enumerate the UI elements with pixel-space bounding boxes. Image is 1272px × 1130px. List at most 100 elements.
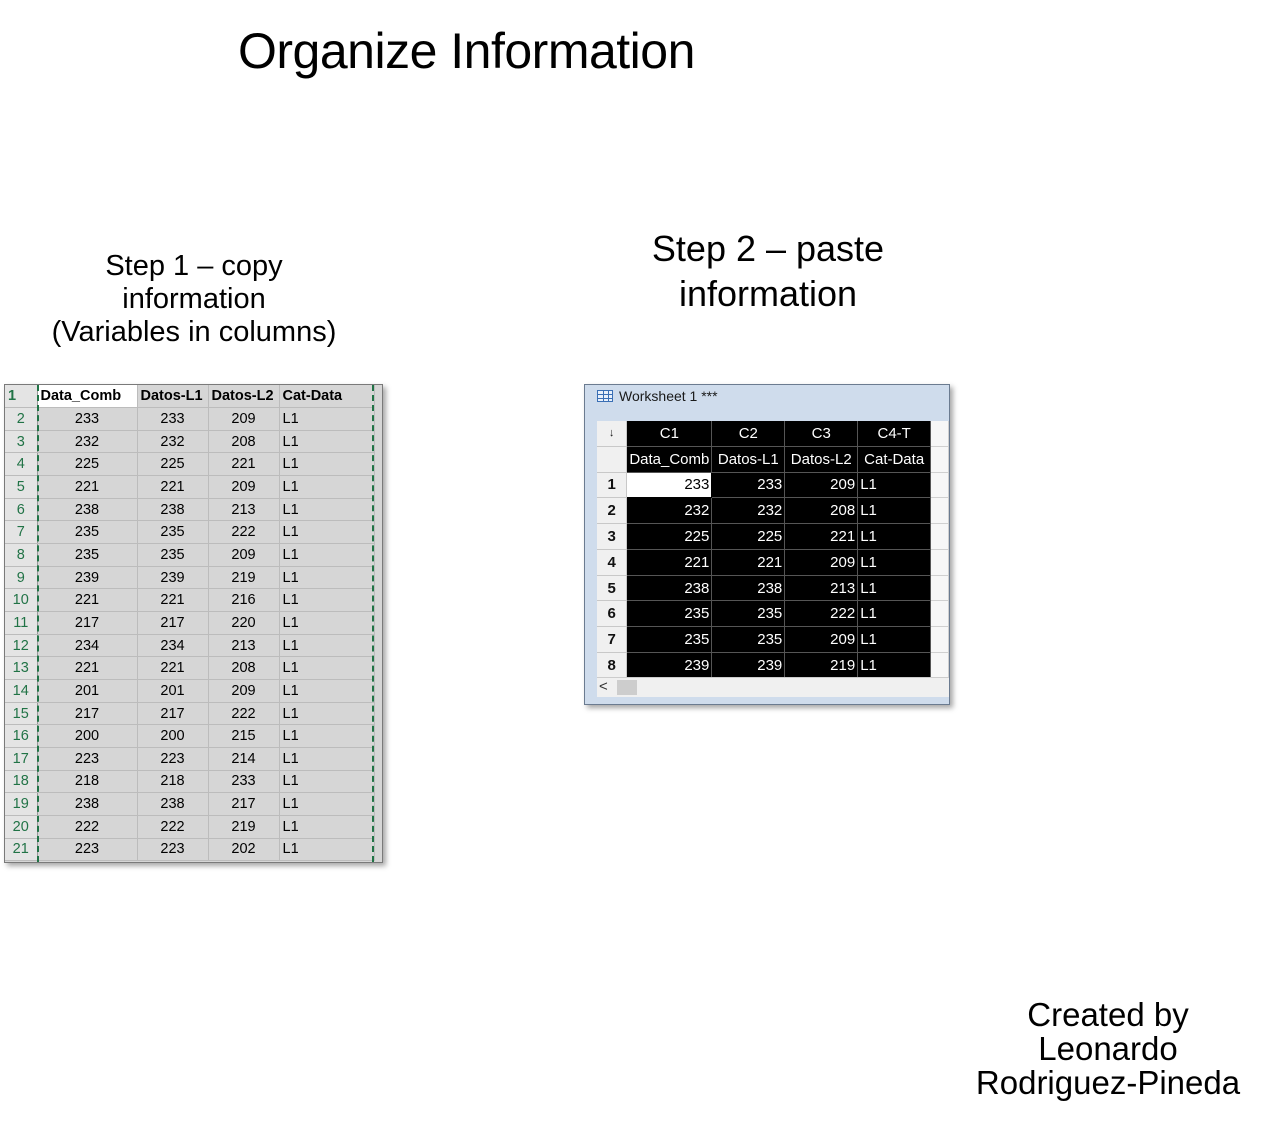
worksheet-cell[interactable]: 219: [784, 652, 859, 677]
excel-cell[interactable]: 221: [208, 452, 280, 477]
excel-cell[interactable]: 233: [37, 407, 138, 431]
excel-cell[interactable]: L1: [279, 520, 375, 545]
worksheet-cell[interactable]: 209: [784, 472, 859, 499]
excel-cell[interactable]: 217: [137, 702, 209, 726]
row-number[interactable]: 9: [5, 566, 38, 590]
excel-cell[interactable]: L1: [279, 724, 375, 748]
excel-cell[interactable]: 221: [137, 656, 209, 681]
excel-cell[interactable]: 200: [137, 724, 209, 748]
column-name-empty[interactable]: [930, 446, 949, 473]
excel-cell[interactable]: 217: [37, 611, 138, 635]
worksheet-cell[interactable]: 221: [711, 549, 786, 576]
excel-cell[interactable]: 219: [208, 566, 280, 590]
column-id[interactable]: C3: [784, 421, 859, 447]
column-name[interactable]: Datos-L2: [784, 446, 859, 473]
row-number[interactable]: 7: [5, 520, 38, 545]
row-number[interactable]: 11: [5, 611, 38, 635]
row-number[interactable]: 19: [5, 792, 38, 816]
row-header[interactable]: 5: [597, 575, 628, 602]
excel-cell[interactable]: 221: [37, 656, 138, 681]
excel-cell[interactable]: 222: [208, 520, 280, 545]
excel-cell[interactable]: 238: [37, 498, 138, 522]
worksheet-cell[interactable]: 222: [784, 600, 859, 628]
worksheet-cell[interactable]: 235: [711, 626, 786, 654]
row-number[interactable]: 12: [5, 634, 38, 658]
row-number[interactable]: 1: [5, 385, 38, 409]
worksheet-cell[interactable]: 221: [784, 523, 859, 550]
excel-cell[interactable]: 218: [137, 770, 209, 794]
worksheet-cell[interactable]: 225: [626, 523, 713, 550]
column-name[interactable]: Cat-Data: [857, 446, 932, 473]
excel-cell[interactable]: 235: [137, 543, 209, 567]
column-name[interactable]: Data_Comb: [626, 446, 713, 473]
column-id[interactable]: C4-T: [857, 421, 932, 447]
row-number[interactable]: 21: [5, 838, 38, 862]
excel-header-cell[interactable]: Datos-L1: [137, 385, 209, 409]
excel-cell[interactable]: 225: [37, 452, 138, 477]
excel-cell[interactable]: 232: [37, 430, 138, 454]
excel-cell[interactable]: L1: [279, 475, 375, 499]
excel-cell[interactable]: 221: [137, 475, 209, 499]
row-number[interactable]: 5: [5, 475, 38, 499]
excel-cell[interactable]: 220: [208, 611, 280, 635]
row-header[interactable]: 3: [597, 523, 628, 550]
worksheet-cell-empty[interactable]: [930, 549, 949, 576]
row-number[interactable]: 17: [5, 747, 38, 771]
row-number[interactable]: 16: [5, 724, 38, 748]
excel-cell[interactable]: 215: [208, 724, 280, 748]
worksheet-cell-empty[interactable]: [930, 575, 949, 602]
column-id[interactable]: C1: [626, 421, 713, 447]
excel-cell[interactable]: L1: [279, 566, 375, 590]
excel-cell[interactable]: 213: [208, 634, 280, 658]
row-header[interactable]: 2: [597, 497, 628, 525]
worksheet-cell-empty[interactable]: [930, 472, 949, 499]
row-number[interactable]: 8: [5, 543, 38, 567]
excel-cell[interactable]: 208: [208, 430, 280, 454]
excel-cell[interactable]: 223: [137, 838, 209, 862]
excel-cell[interactable]: L1: [279, 702, 375, 726]
excel-cell[interactable]: 234: [137, 634, 209, 658]
excel-cell[interactable]: 213: [208, 498, 280, 522]
excel-cell[interactable]: 202: [208, 838, 280, 862]
excel-cell[interactable]: L1: [279, 656, 375, 681]
excel-cell[interactable]: 208: [208, 656, 280, 681]
excel-cell[interactable]: 233: [208, 770, 280, 794]
worksheet-cell-empty[interactable]: [930, 523, 949, 550]
worksheet-cell[interactable]: 233: [711, 472, 786, 499]
excel-cell[interactable]: 225: [137, 452, 209, 477]
excel-cell[interactable]: 223: [137, 747, 209, 771]
row-header[interactable]: 7: [597, 626, 628, 654]
excel-cell[interactable]: 235: [137, 520, 209, 545]
excel-cell[interactable]: 222: [137, 815, 209, 839]
excel-cell[interactable]: 235: [37, 520, 138, 545]
excel-cell[interactable]: L1: [279, 634, 375, 658]
excel-cell[interactable]: 221: [37, 588, 138, 613]
excel-cell[interactable]: 217: [208, 792, 280, 816]
worksheet-title[interactable]: Worksheet 1 ***: [585, 385, 949, 407]
worksheet-cell-empty[interactable]: [930, 626, 949, 654]
column-name[interactable]: Datos-L1: [711, 446, 786, 473]
worksheet-cell[interactable]: 233: [626, 471, 713, 499]
worksheet-cell-empty[interactable]: [930, 600, 949, 628]
worksheet-cell[interactable]: 235: [711, 600, 786, 628]
excel-cell[interactable]: 222: [208, 702, 280, 726]
row-number[interactable]: 18: [5, 770, 38, 794]
scroll-left-icon[interactable]: <: [599, 678, 608, 696]
row-number[interactable]: 15: [5, 702, 38, 726]
worksheet-cell[interactable]: L1: [857, 626, 932, 654]
excel-cell[interactable]: L1: [279, 792, 375, 816]
worksheet-cell[interactable]: L1: [857, 523, 932, 550]
excel-cell[interactable]: 217: [137, 611, 209, 635]
excel-cell[interactable]: L1: [279, 838, 375, 862]
excel-cell[interactable]: 221: [37, 475, 138, 499]
horizontal-scrollbar[interactable]: <: [597, 677, 949, 697]
worksheet-cell[interactable]: 238: [711, 575, 786, 602]
excel-cell[interactable]: L1: [279, 588, 375, 613]
row-number[interactable]: 6: [5, 498, 38, 522]
column-id[interactable]: C2: [711, 421, 786, 447]
row-header[interactable]: 4: [597, 549, 628, 576]
worksheet-cell[interactable]: 232: [711, 497, 786, 525]
worksheet-cell[interactable]: L1: [857, 575, 932, 602]
excel-cell[interactable]: 221: [137, 588, 209, 613]
excel-cell[interactable]: 209: [208, 543, 280, 567]
